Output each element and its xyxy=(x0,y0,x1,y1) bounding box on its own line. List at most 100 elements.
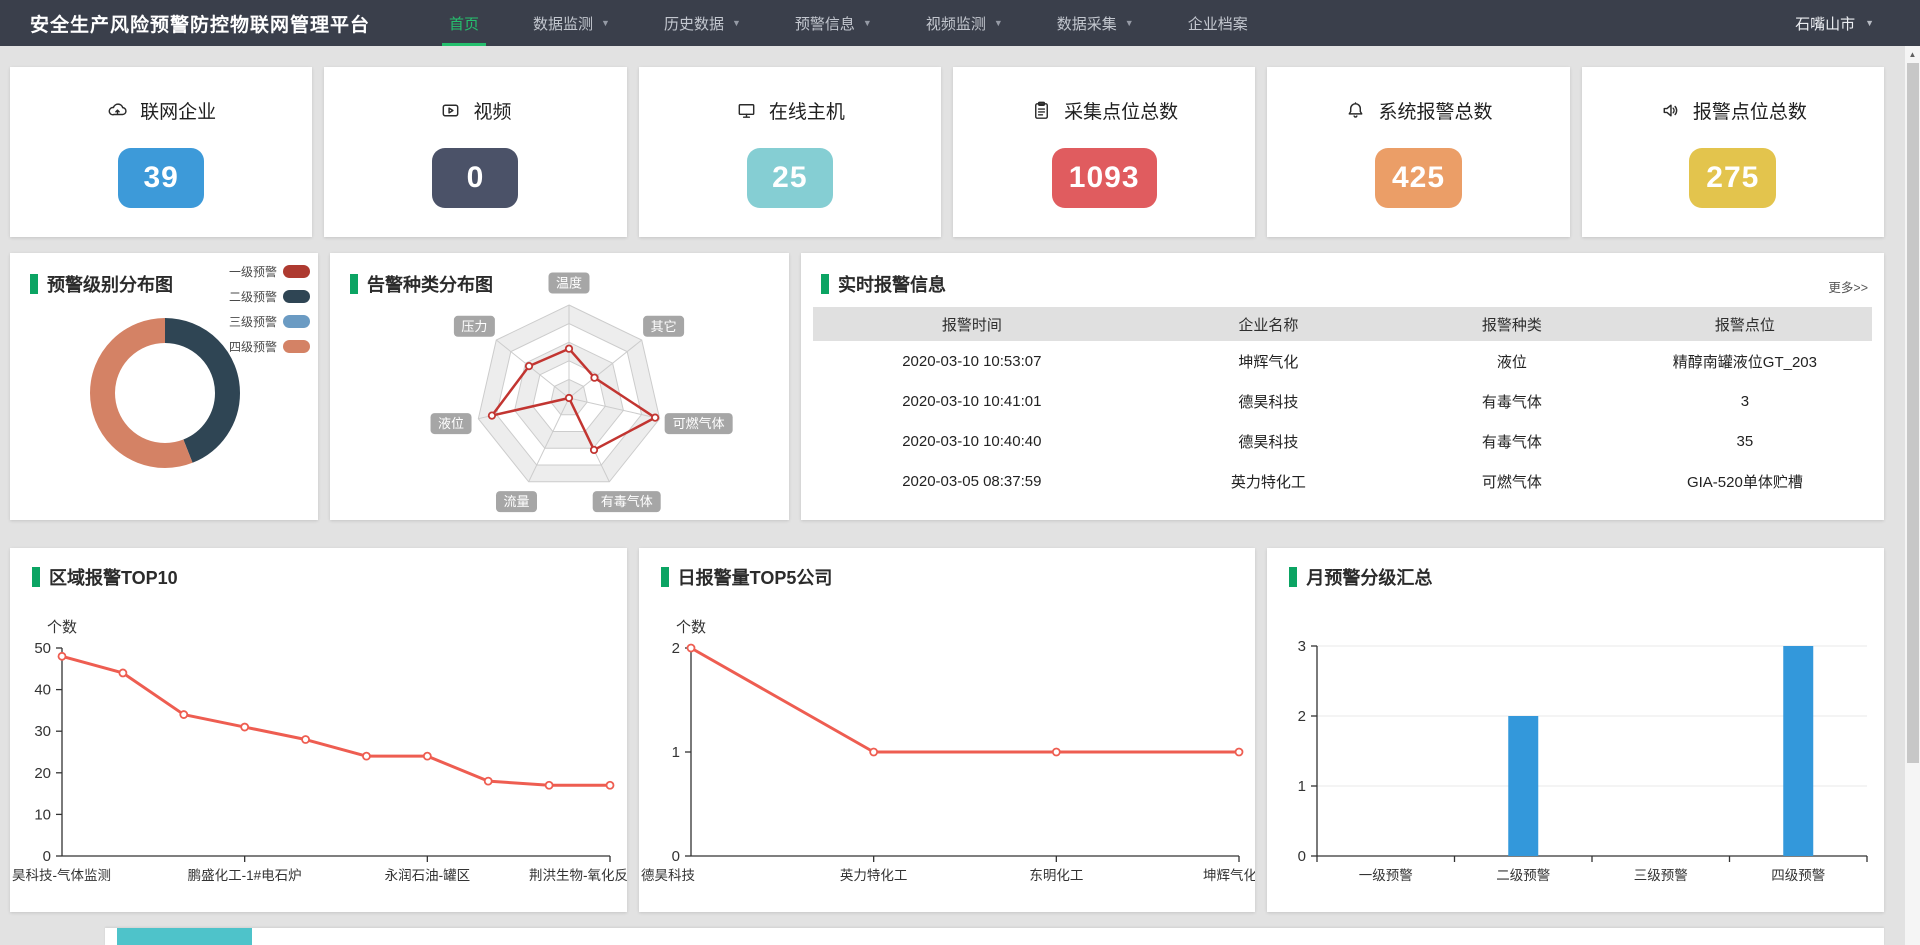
table-row[interactable]: 2020-03-10 10:40:40德昊科技有毒气体35 xyxy=(813,421,1872,461)
nav-item-label: 视频监测 xyxy=(926,13,986,34)
nav-item-数据监测[interactable]: 数据监测▼ xyxy=(506,0,637,46)
svg-text:永润石油-罐区: 永润石油-罐区 xyxy=(385,868,471,883)
panel-title: 月预警分级汇总 xyxy=(1306,564,1432,590)
table-row[interactable]: 2020-03-05 08:37:59英力特化工可燃气体GIA-520单体贮槽 xyxy=(813,461,1872,501)
table-cell: 有毒气体 xyxy=(1406,431,1618,452)
stat-card-label: 在线主机 xyxy=(769,97,845,124)
nav-item-label: 历史数据 xyxy=(664,13,724,34)
panel-title-row: 月预警分级汇总 xyxy=(1289,564,1432,590)
radar-axis-label-可燃气体: 可燃气体 xyxy=(665,413,733,434)
more-link[interactable]: 更多>> xyxy=(1828,277,1868,296)
middle-row: 预警级别分布图 一级预警二级预警三级预警四级预警 告警种类分布图 温度其它可燃气… xyxy=(10,253,1884,520)
table-row[interactable]: 2020-03-10 10:53:07坤辉气化液位精醇南罐液位GT_203 xyxy=(813,341,1872,381)
panel-title: 告警种类分布图 xyxy=(367,271,493,297)
stat-card-header: 报警点位总数 xyxy=(1659,97,1807,124)
stat-card-视频: 视频0 xyxy=(324,67,626,237)
stat-card-value: 39 xyxy=(118,148,204,208)
legend-item-三级预警[interactable]: 三级预警 xyxy=(229,313,310,330)
title-marker xyxy=(661,567,669,587)
svg-text:10: 10 xyxy=(34,806,51,823)
svg-text:1: 1 xyxy=(671,744,679,761)
table-row[interactable]: 2020-03-10 10:41:01德昊科技有毒气体3 xyxy=(813,381,1872,421)
stat-card-在线主机: 在线主机25 xyxy=(639,67,941,237)
radar-axis-label-液位: 液位 xyxy=(431,413,472,434)
svg-text:1: 1 xyxy=(1298,778,1306,795)
bell-icon xyxy=(1344,99,1367,122)
stat-card-header: 视频 xyxy=(439,97,511,124)
chevron-down-icon: ▼ xyxy=(863,18,872,28)
table-cell: 2020-03-10 10:40:40 xyxy=(813,433,1131,450)
table-header-row: 报警时间企业名称报警种类报警点位 xyxy=(813,307,1872,341)
nav-item-label: 首页 xyxy=(449,13,479,34)
nav-item-label: 预警信息 xyxy=(795,13,855,34)
region-label: 石嘴山市 xyxy=(1795,13,1855,34)
stat-card-采集点位总数: 采集点位总数1093 xyxy=(953,67,1255,237)
legend-item-二级预警[interactable]: 二级预警 xyxy=(229,288,310,305)
panel-title-row: 告警种类分布图 xyxy=(350,271,493,297)
svg-text:0: 0 xyxy=(43,848,51,865)
table-cell: GIA-520单体贮槽 xyxy=(1618,471,1872,492)
legend-item-四级预警[interactable]: 四级预警 xyxy=(229,338,310,355)
chevron-down-icon: ▼ xyxy=(732,18,741,28)
svg-text:三级预警: 三级预警 xyxy=(1634,868,1688,883)
radar-axis-label-压力: 压力 xyxy=(454,316,495,337)
table-cell: 德昊科技 xyxy=(1131,391,1406,412)
scroll-up-arrow-icon[interactable]: ▲ xyxy=(1905,46,1920,62)
chevron-down-icon: ▼ xyxy=(1865,18,1874,28)
table-cell: 2020-03-05 08:37:59 xyxy=(813,473,1131,490)
svg-text:个数: 个数 xyxy=(47,619,77,636)
legend-swatch xyxy=(283,315,310,328)
nav-item-视频监测[interactable]: 视频监测 ▼ xyxy=(899,0,1030,46)
svg-text:东明化工: 东明化工 xyxy=(1029,868,1083,883)
video-icon xyxy=(439,99,462,122)
svg-text:一级预警: 一级预警 xyxy=(1359,868,1413,883)
monthly-summary-bar-chart: 0123一级预警二级预警三级预警四级预警 xyxy=(1267,590,1884,912)
column-header: 报警种类 xyxy=(1406,314,1618,335)
stat-card-label: 报警点位总数 xyxy=(1693,97,1807,124)
legend-swatch xyxy=(283,265,310,278)
radar-axis-label-温度: 温度 xyxy=(549,273,590,294)
nav-item-预警信息[interactable]: 预警信息 ▼ xyxy=(768,0,899,46)
stat-card-value: 425 xyxy=(1375,148,1462,208)
svg-text:昊科技-气体监测: 昊科技-气体监测 xyxy=(12,868,111,883)
legend-swatch xyxy=(283,340,310,353)
stat-card-header: 系统报警总数 xyxy=(1344,97,1492,124)
scrollbar-thumb[interactable] xyxy=(1907,63,1919,763)
cloud-icon xyxy=(106,99,129,122)
chevron-down-icon: ▼ xyxy=(994,18,1003,28)
stat-card-label: 采集点位总数 xyxy=(1064,97,1178,124)
daily-top5-line-chart: 012个数德昊科技英力特化工东明化工坤辉气化 xyxy=(639,590,1256,912)
table-body: 2020-03-10 10:53:07坤辉气化液位精醇南罐液位GT_203202… xyxy=(813,341,1872,501)
svg-text:50: 50 xyxy=(34,640,51,657)
nav-item-数据采集[interactable]: 数据采集▼ xyxy=(1030,0,1161,46)
svg-text:2: 2 xyxy=(1298,708,1306,725)
nav-item-首页[interactable]: 首页 xyxy=(422,0,506,46)
nav-item-历史数据[interactable]: 历史数据 ▼ xyxy=(637,0,768,46)
nav-item-企业档案[interactable]: 企业档案 xyxy=(1161,0,1275,46)
legend-label: 三级预警 xyxy=(229,313,277,330)
bottom-row: 区域报警TOP10 01020304050个数昊科技-气体监测鹏盛化工-1#电石… xyxy=(10,548,1884,912)
title-marker xyxy=(350,274,358,294)
svg-text:坤辉气化: 坤辉气化 xyxy=(1203,868,1256,883)
vertical-scrollbar[interactable]: ▲ xyxy=(1905,46,1920,945)
table-cell: 3 xyxy=(1618,393,1872,410)
panel-monthly-summary: 月预警分级汇总 0123一级预警二级预警三级预警四级预警 xyxy=(1267,548,1884,912)
nav-item-label: 企业档案 xyxy=(1188,13,1248,34)
svg-text:英力特化工: 英力特化工 xyxy=(840,867,908,883)
nav-item-label: 数据监测 xyxy=(533,13,593,34)
table-cell: 液位 xyxy=(1406,351,1618,372)
region-selector[interactable]: 石嘴山市 ▼ xyxy=(1795,13,1890,34)
panel-realtime-alarms: 实时报警信息 更多>> 报警时间企业名称报警种类报警点位 2020-03-10 … xyxy=(801,253,1884,520)
stat-card-label: 联网企业 xyxy=(140,97,216,124)
nav-menu: 首页 数据监测▼ 历史数据 ▼ 预警信息 ▼ 视频监测 ▼ 数据采集▼ 企业档案 xyxy=(422,0,1275,46)
clipboard-icon xyxy=(1030,99,1053,122)
panel-daily-top5: 日报警量TOP5公司 012个数德昊科技英力特化工东明化工坤辉气化 xyxy=(639,548,1256,912)
top-navbar: 安全生产风险预警防控物联网管理平台 首页数据监测▼历史数据▼预警信息▼视频监测▼… xyxy=(0,0,1920,46)
svg-text:压力: 压力 xyxy=(461,319,487,334)
legend-item-一级预警[interactable]: 一级预警 xyxy=(229,263,310,280)
svg-text:二级预警: 二级预警 xyxy=(1497,868,1551,883)
panel-warn-level-distribution: 预警级别分布图 一级预警二级预警三级预警四级预警 xyxy=(10,253,318,520)
title-marker xyxy=(821,274,829,294)
stat-card-label: 系统报警总数 xyxy=(1378,97,1492,124)
svg-text:流量: 流量 xyxy=(503,494,529,509)
